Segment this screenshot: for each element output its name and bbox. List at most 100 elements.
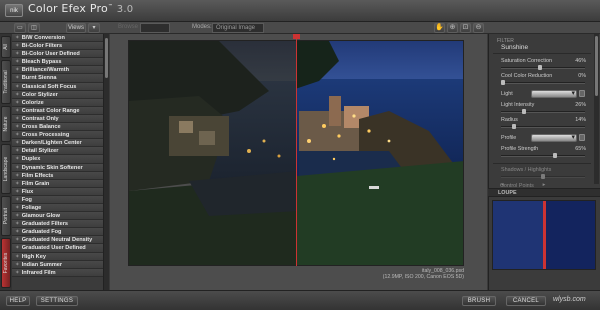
favorite-star-icon[interactable]: ✦	[15, 189, 20, 195]
filter-list-item[interactable]: ✦ B/W Conversion	[12, 34, 103, 43]
slider-knob[interactable]	[501, 80, 505, 85]
tab-landscape[interactable]: Landscape	[1, 144, 11, 194]
filter-list-item[interactable]: ✦ Bi-Color Filters	[12, 42, 103, 51]
favorite-star-icon[interactable]: ✦	[15, 270, 20, 276]
light-preset-dropdown[interactable]	[531, 89, 577, 98]
slider-knob[interactable]	[512, 124, 517, 129]
profile-strength-slider[interactable]	[501, 153, 585, 158]
slider-knob[interactable]	[537, 65, 542, 70]
slider-knob[interactable]	[553, 153, 557, 158]
settings-button[interactable]: SETTINGS	[36, 296, 78, 306]
profile-preset-button[interactable]	[579, 134, 585, 141]
favorite-star-icon[interactable]: ✦	[15, 173, 20, 179]
saturation-correction-slider[interactable]	[501, 65, 585, 70]
cancel-button[interactable]: CANCEL	[506, 296, 546, 306]
favorite-star-icon[interactable]: ✦	[15, 197, 20, 203]
favorite-star-icon[interactable]: ✦	[15, 116, 20, 122]
light-intensity-slider[interactable]	[501, 109, 585, 114]
tab-traditional[interactable]: Traditional	[1, 60, 11, 104]
favorite-star-icon[interactable]: ✦	[15, 108, 20, 114]
favorite-star-icon[interactable]: ✦	[15, 245, 20, 251]
favorite-star-icon[interactable]: ✦	[15, 84, 20, 90]
tab-portrait[interactable]: Portrait	[1, 196, 11, 236]
split-divider-handle[interactable]	[293, 34, 300, 39]
favorite-star-icon[interactable]: ✦	[15, 156, 20, 162]
favorite-star-icon[interactable]: ✦	[15, 132, 20, 138]
help-button[interactable]: HELP	[6, 296, 30, 306]
filter-list-item[interactable]: ✦ Infrared Film	[12, 268, 103, 277]
filter-list-item[interactable]: ✦ Contrast Color Range	[12, 106, 103, 115]
favorite-star-icon[interactable]: ✦	[15, 262, 20, 268]
filter-list-item[interactable]: ✦ Graduated Filters	[12, 220, 103, 229]
filter-list-item[interactable]: ✦ Glamour Glow	[12, 212, 103, 221]
radius-slider[interactable]	[501, 124, 585, 129]
filter-list-item[interactable]: ✦ Burnt Sienna	[12, 74, 103, 83]
favorite-star-icon[interactable]: ✦	[15, 51, 20, 57]
filter-list-item[interactable]: ✦ Colorize	[12, 98, 103, 107]
slider-knob[interactable]	[521, 109, 526, 114]
favorite-star-icon[interactable]: ✦	[15, 124, 20, 130]
favorite-star-icon[interactable]: ✦	[15, 229, 20, 235]
favorite-star-icon[interactable]: ✦	[15, 100, 20, 106]
filter-list-item[interactable]: ✦ Flux	[12, 187, 103, 196]
browse-select[interactable]	[140, 23, 170, 33]
filter-list-item[interactable]: ✦ Darken/Lighten Center	[12, 139, 103, 148]
filter-list-item[interactable]: ✦ Classical Soft Focus	[12, 82, 103, 91]
filter-list-item[interactable]: ✦ Graduated User Defined	[12, 244, 103, 253]
filter-list-item[interactable]: ✦ Indian Summer	[12, 260, 103, 269]
filter-list-item[interactable]: ✦ High Key	[12, 252, 103, 261]
filter-list-item[interactable]: ✦ Dynamic Skin Softener	[12, 163, 103, 172]
filter-list-item[interactable]: ✦ Detail Stylizer	[12, 147, 103, 156]
split-view-icon[interactable]: ◫	[28, 23, 40, 33]
loupe-header[interactable]: LOUPE	[488, 188, 600, 197]
filter-list-item[interactable]: ✦ Bi-Color User Defined	[12, 50, 103, 59]
filter-list-item[interactable]: ✦ Brilliance/Warmth	[12, 66, 103, 75]
filter-list-scrollbar[interactable]	[104, 34, 109, 290]
favorite-star-icon[interactable]: ✦	[15, 205, 20, 211]
favorite-star-icon[interactable]: ✦	[15, 181, 20, 187]
favorite-star-icon[interactable]: ✦	[15, 148, 20, 154]
hand-tool-icon[interactable]: ✋	[434, 23, 445, 33]
favorite-star-icon[interactable]: ✦	[15, 213, 20, 219]
favorite-star-icon[interactable]: ✦	[15, 221, 20, 227]
filter-list-item[interactable]: ✦ Cross Processing	[12, 131, 103, 140]
filter-list-item[interactable]: ✦ Film Grain	[12, 179, 103, 188]
single-view-icon[interactable]: ▭	[14, 23, 26, 33]
views-dropdown-icon[interactable]: ▾	[88, 23, 100, 33]
brush-button[interactable]: BRUSH	[462, 296, 496, 306]
filter-list-item[interactable]: ✦ Fog	[12, 195, 103, 204]
favorite-star-icon[interactable]: ✦	[15, 75, 20, 81]
zoom-out-icon[interactable]: ⊖	[473, 23, 484, 33]
shadows-highlights-section[interactable]: Shadows / Highlights	[501, 167, 551, 173]
scrollbar-thumb[interactable]	[595, 36, 598, 96]
panel-scrollbar[interactable]	[594, 34, 599, 184]
split-preview-divider[interactable]	[296, 34, 297, 266]
filter-list-item[interactable]: ✦ Foliage	[12, 203, 103, 213]
favorite-star-icon[interactable]: ✦	[15, 237, 20, 243]
tab-favorites[interactable]: Favorites	[1, 238, 11, 288]
favorite-star-icon[interactable]: ✦	[15, 254, 20, 260]
filter-list-item[interactable]: ✦ Graduated Neutral Density	[12, 236, 103, 245]
filter-list-item[interactable]: ✦ Bleach Bypass	[12, 58, 103, 67]
scrollbar-thumb[interactable]	[105, 38, 108, 78]
favorite-star-icon[interactable]: ✦	[15, 59, 20, 65]
favorite-star-icon[interactable]: ✦	[15, 165, 20, 171]
views-button[interactable]: Views	[66, 23, 86, 33]
tab-nature[interactable]: Nature	[1, 106, 11, 142]
tab-all[interactable]: All	[1, 36, 11, 58]
filter-list-item[interactable]: ✦ Cross Balance	[12, 123, 103, 132]
filter-list-item[interactable]: ✦ Color Stylizer	[12, 90, 103, 99]
filter-list-item[interactable]: ✦ Graduated Fog	[12, 228, 103, 237]
filter-list-item[interactable]: ✦ Duplex	[12, 155, 103, 164]
favorite-star-icon[interactable]: ✦	[15, 67, 20, 73]
favorite-star-icon[interactable]: ✦	[15, 92, 20, 98]
filter-list-item[interactable]: ✦ Film Effects	[12, 171, 103, 180]
slider-knob[interactable]	[541, 174, 545, 179]
modes-select[interactable]: Original Image	[212, 23, 264, 33]
cool-color-reduction-slider[interactable]	[501, 80, 585, 85]
favorite-star-icon[interactable]: ✦	[15, 43, 20, 49]
shadows-slider[interactable]	[501, 174, 585, 179]
favorite-star-icon[interactable]: ✦	[15, 140, 20, 146]
light-preset-button[interactable]	[579, 90, 585, 97]
filter-list-item[interactable]: ✦ Contrast Only	[12, 114, 103, 124]
